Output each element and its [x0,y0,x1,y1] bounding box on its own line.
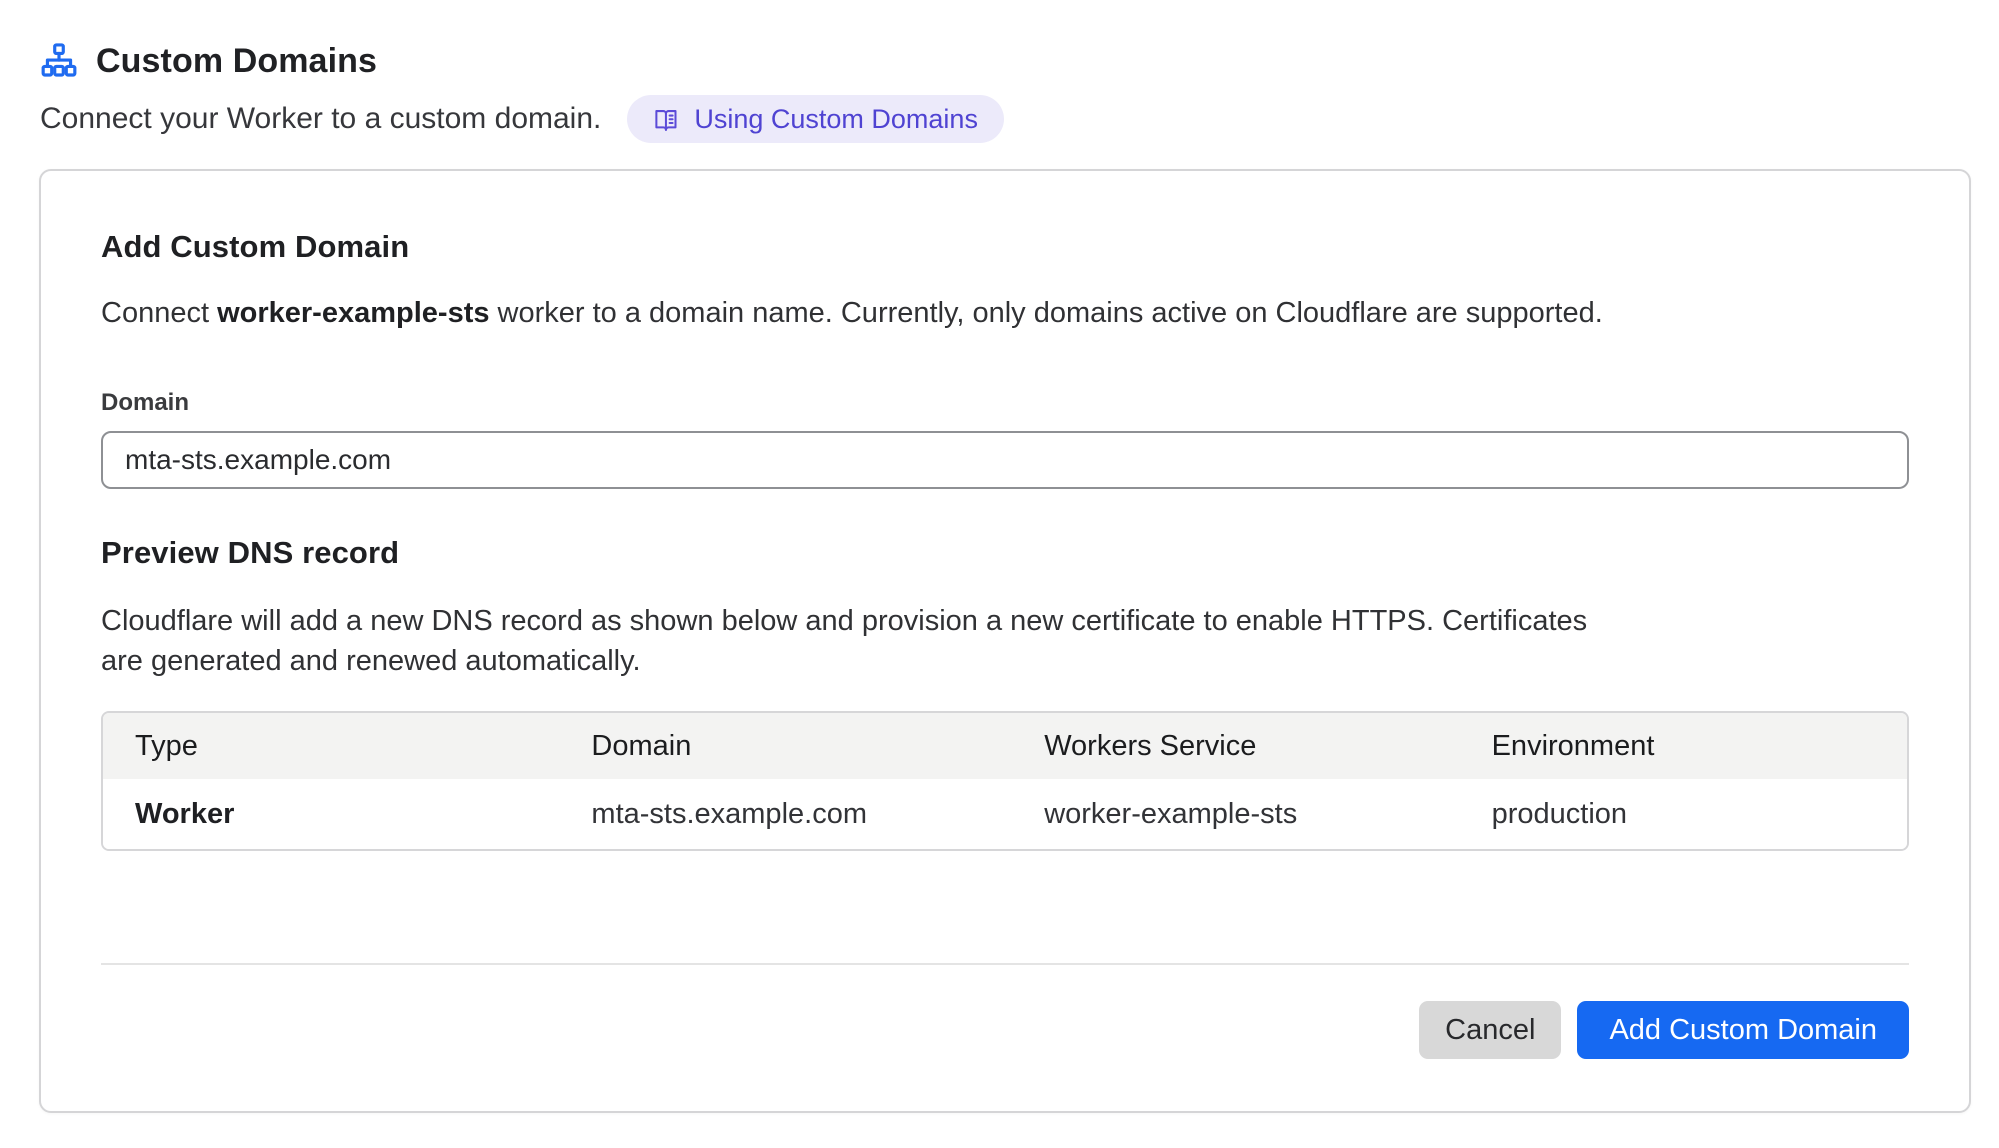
sitemap-icon [40,43,78,81]
subtitle-row: Connect your Worker to a custom domain. … [40,95,1999,143]
page-subtitle: Connect your Worker to a custom domain. [40,102,601,136]
worker-name: worker-example-sts [217,297,489,329]
footer-divider [101,963,1909,965]
cancel-button[interactable]: Cancel [1419,1001,1561,1059]
table-header-environment: Environment [1460,730,1907,763]
dialog-description: Connect worker-example-sts worker to a d… [101,293,1909,333]
cell-workers-service: worker-example-sts [1012,798,1459,831]
docs-badge-link[interactable]: Using Custom Domains [627,95,1004,143]
table-header-row: Type Domain Workers Service Environment [103,713,1907,779]
cell-domain: mta-sts.example.com [559,798,1012,831]
add-custom-domain-dialog: Add Custom Domain Connect worker-example… [39,169,1971,1113]
add-custom-domain-button[interactable]: Add Custom Domain [1577,1001,1909,1059]
page-header: Custom Domains Connect your Worker to a … [0,0,1999,143]
dialog-actions: Cancel Add Custom Domain [101,1001,1909,1059]
dns-preview-table: Type Domain Workers Service Environment … [101,711,1909,851]
table-header-domain: Domain [559,730,1012,763]
title-row: Custom Domains [40,42,1999,81]
domain-input[interactable] [101,431,1909,489]
dialog-title: Add Custom Domain [101,229,1909,265]
description-suffix: worker to a domain name. Currently, only… [489,297,1602,329]
table-header-workers-service: Workers Service [1012,730,1459,763]
domain-label: Domain [101,389,1909,417]
table-header-type: Type [103,730,559,763]
table-row: Worker mta-sts.example.com worker-exampl… [103,779,1907,849]
preview-dns-title: Preview DNS record [101,535,1909,571]
cell-environment: production [1460,798,1907,831]
docs-badge-label: Using Custom Domains [694,104,978,135]
cell-type: Worker [103,798,559,831]
description-prefix: Connect [101,297,217,329]
page-title: Custom Domains [96,42,377,81]
open-book-icon [653,106,680,133]
preview-dns-description: Cloudflare will add a new DNS record as … [101,601,1591,681]
